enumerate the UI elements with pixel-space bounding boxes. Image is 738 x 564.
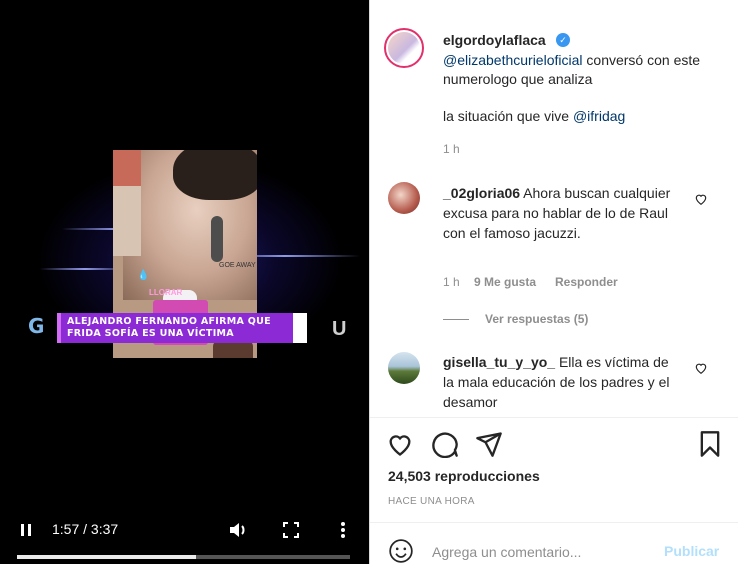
comment-likes[interactable]: 9 Me gusta (474, 275, 536, 289)
bookmark-icon[interactable] (696, 430, 724, 458)
comment-text: _02gloria06 Ahora buscan cualquier excus… (443, 183, 673, 243)
view-replies-button[interactable]: Ver respuestas (5) (443, 312, 588, 326)
section-divider (370, 522, 738, 523)
view-count[interactable]: 24,503 reproducciones (388, 468, 540, 484)
network-logo: U (332, 318, 347, 340)
channel-logo: G (28, 314, 45, 338)
comment-username[interactable]: _02gloria06 (443, 185, 520, 201)
commenter-avatar[interactable] (388, 352, 420, 384)
verified-badge-icon: ✓ (556, 33, 570, 47)
pause-icon (21, 524, 31, 536)
caption-line2: la situación que vive @ifridag (443, 108, 625, 124)
caption-text: @elizabethcurieloficial conversó con est… (443, 51, 703, 89)
share-icon[interactable] (475, 430, 503, 458)
heart-icon[interactable] (386, 430, 414, 458)
side-thumbnail (113, 186, 141, 256)
side-thumbnail (113, 150, 141, 186)
sticker-text: GOE AWAY (219, 262, 256, 269)
fullscreen-button[interactable] (280, 516, 302, 544)
sticker-figure (211, 216, 223, 262)
volume-icon (230, 523, 245, 537)
comment-text: gisella_tu_y_yo_ Ella es víctima de la m… (443, 352, 683, 412)
author-avatar[interactable] (384, 28, 424, 68)
author-username[interactable]: elgordoylaflaca (443, 32, 546, 48)
caption-mention[interactable]: @elizabethcurieloficial (443, 52, 583, 68)
caption-time: 1 h (443, 142, 460, 156)
emoji-icon[interactable] (388, 538, 414, 564)
comment-time[interactable]: 1 h (443, 275, 460, 289)
view-replies-label: Ver respuestas (5) (485, 312, 589, 326)
section-divider (370, 417, 738, 418)
replies-line (443, 318, 469, 320)
comment-input[interactable] (432, 542, 652, 562)
caption-part2: la situación que vive (443, 108, 573, 124)
more-vertical-icon (341, 522, 345, 538)
comment-like-icon[interactable] (694, 361, 708, 375)
time-display: 1:57 / 3:37 (52, 521, 119, 537)
volume-button[interactable] (226, 516, 250, 544)
lower-third-line1: ALEJANDRO FERNANDO AFIRMA QUE (67, 316, 271, 327)
video-player[interactable]: GOE AWAY 💧 LLORAR G ALEJANDRO FERNANDO A… (0, 0, 369, 564)
pause-button[interactable] (16, 516, 36, 544)
video-progress-fill (17, 555, 197, 559)
lower-third-banner: ALEJANDRO FERNANDO AFIRMA QUE FRIDA SOFÍ… (57, 313, 307, 343)
lower-third-line2: FRIDA SOFÍA ES UNA VÍCTIMA (67, 328, 234, 339)
more-options-button[interactable] (333, 516, 353, 544)
post-timestamp: HACE UNA HORA (388, 496, 475, 507)
tear-drop-icon: 💧 (137, 270, 150, 281)
comment-like-icon[interactable] (694, 192, 708, 206)
publish-button[interactable]: Publicar (664, 543, 719, 559)
comment-username[interactable]: gisella_tu_y_yo_ (443, 354, 555, 370)
video-progress-bar[interactable] (17, 555, 350, 559)
tissue-label: LLORAR (149, 288, 183, 297)
fullscreen-icon (283, 522, 299, 538)
video-controls: 1:57 / 3:37 (0, 516, 369, 546)
reply-button[interactable]: Responder (555, 275, 618, 289)
comment-icon[interactable] (431, 430, 459, 458)
commenter-avatar[interactable] (388, 182, 420, 214)
caption-mention[interactable]: @ifridag (573, 108, 625, 124)
hair-image (173, 150, 257, 200)
